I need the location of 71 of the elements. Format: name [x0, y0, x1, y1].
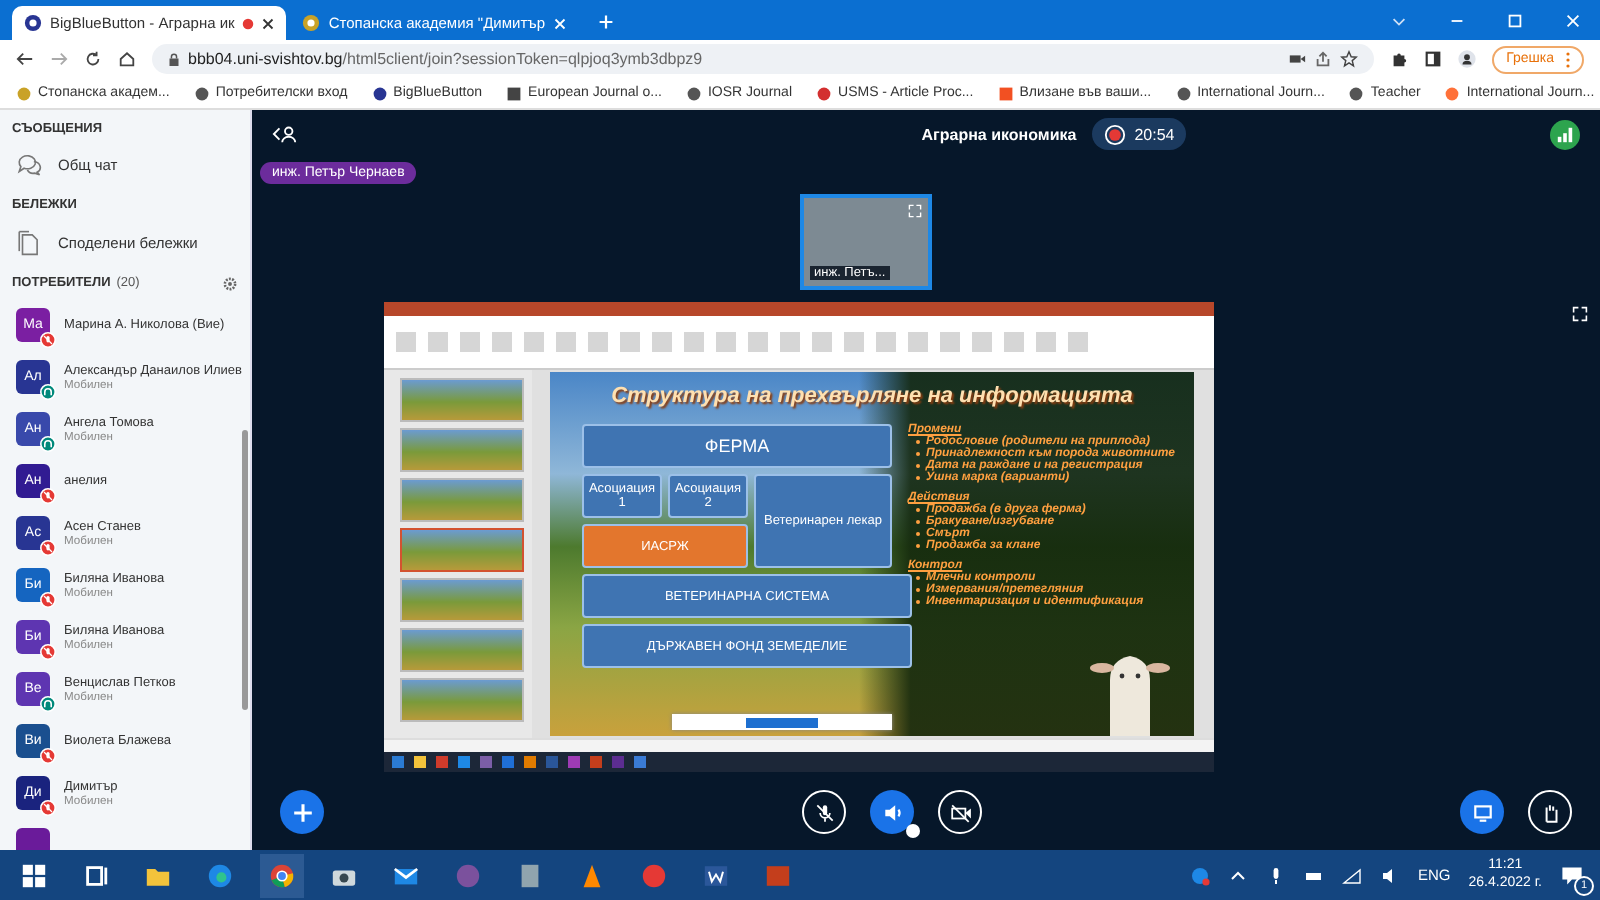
slide-thumbnail[interactable] [399, 378, 523, 422]
lock-icon [168, 51, 180, 67]
new-tab-icon[interactable] [597, 14, 613, 30]
slide-thumbnail[interactable] [399, 428, 523, 472]
muted-microphone-icon [40, 644, 56, 661]
wifi-icon[interactable] [1342, 865, 1362, 885]
headphones-icon [40, 696, 56, 713]
muted-microphone-icon [813, 801, 835, 823]
camera-off-button[interactable] [938, 790, 982, 834]
muted-microphone-icon [40, 592, 56, 609]
camera-off-icon [949, 801, 971, 823]
site-icon [16, 85, 32, 101]
slide-thumbnail[interactable] [399, 528, 523, 572]
site-icon [193, 85, 210, 101]
message-icon [1560, 863, 1584, 887]
reload-icon[interactable] [84, 50, 102, 68]
camera-icon[interactable] [1288, 50, 1307, 68]
speaker-button[interactable] [870, 790, 914, 834]
site-icon [997, 85, 1014, 101]
settings-icon[interactable] [222, 275, 238, 292]
recording-dot-icon [242, 17, 255, 29]
record-icon [1104, 123, 1127, 145]
raise-hand-button[interactable] [1528, 790, 1572, 834]
address-bar[interactable]: bbb04.uni-svishtov.bg/html5client/join?sessionToken=qlpjoq3ymb3dbpz9 [152, 44, 1375, 74]
puzzle-piece-icon[interactable] [1390, 50, 1409, 68]
plus-icon [291, 801, 313, 823]
back-icon[interactable] [16, 50, 34, 68]
slide-thumbnail[interactable] [399, 478, 523, 522]
share-icon[interactable] [1314, 50, 1333, 68]
slide-thumbnail[interactable] [399, 678, 523, 722]
muted-microphone-icon [40, 540, 56, 557]
slide-thumbnail[interactable] [399, 628, 523, 672]
chrome-browser-icon[interactable] [260, 853, 304, 897]
site-logo-icon [24, 14, 42, 32]
help-icon[interactable] [1190, 865, 1210, 885]
muted-microphone-icon [40, 332, 56, 349]
muted-microphone-icon [40, 800, 56, 817]
meeting-title: Аграрна икономика [921, 125, 1077, 143]
headphones-icon [40, 384, 56, 401]
site-icon [506, 85, 523, 101]
site-icon [685, 85, 702, 101]
signal-bars-icon [1556, 125, 1575, 143]
chat-bubbles-icon [16, 152, 42, 179]
slide-thumbnail[interactable] [399, 578, 523, 622]
muted-microphone-button[interactable] [802, 790, 846, 834]
star-icon[interactable] [1340, 50, 1359, 68]
site-icon [371, 85, 388, 101]
muted-microphone-icon [40, 488, 56, 505]
headphones-icon [40, 436, 56, 453]
close-icon[interactable] [262, 17, 275, 29]
connection-status-button[interactable] [1550, 119, 1581, 149]
recording-button[interactable]: 20:54 [1092, 118, 1187, 150]
speaker-icon [881, 801, 903, 823]
maximize-icon[interactable] [1506, 12, 1524, 30]
diagram-box: ФЕРМА [582, 424, 892, 468]
fullscreen-icon[interactable] [1572, 306, 1588, 322]
site-icon [816, 85, 833, 101]
screen-share-button[interactable] [1460, 790, 1504, 834]
collapse-users-icon[interactable] [272, 124, 298, 144]
home-icon[interactable] [118, 50, 136, 68]
muted-microphone-icon [40, 748, 56, 765]
scrollbar[interactable] [242, 430, 248, 710]
monitor-icon [1471, 801, 1493, 823]
actions-button[interactable] [280, 790, 324, 834]
user-avatar-icon[interactable] [1458, 50, 1477, 68]
site-icon [1175, 85, 1192, 101]
side-panel-icon[interactable] [1424, 50, 1443, 68]
site-icon [1348, 85, 1365, 101]
site-logo-icon [302, 14, 321, 32]
documents-icon [16, 229, 42, 256]
site-icon [1444, 85, 1461, 101]
